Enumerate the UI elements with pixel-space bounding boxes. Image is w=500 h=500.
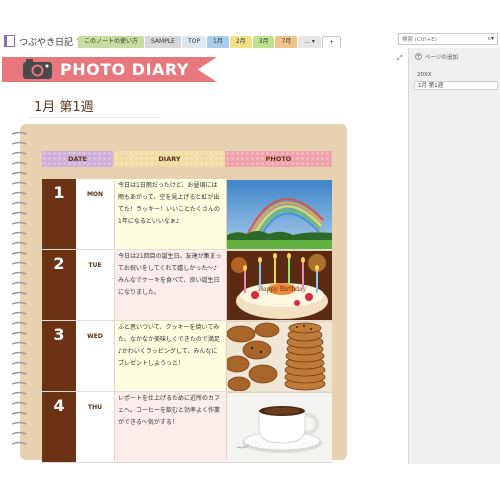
notebook-selector[interactable]: つぶやき日記 ▼ <box>4 33 82 49</box>
add-page-label: ページの追加 <box>425 54 458 61</box>
add-page-button[interactable]: + ページの追加 <box>415 51 458 62</box>
table-row: 3 WED ふと思いついて、クッキーを焼いてみた。なかなか美味しくできたので満足… <box>42 321 332 392</box>
tab-february[interactable]: 2月 <box>229 36 252 48</box>
page-list-panel: + ページの追加 20XX 1月 第1週 <box>408 48 500 464</box>
header-date: DATE <box>42 151 113 167</box>
birthday-cake-photo: Happy Birthday <box>227 251 332 320</box>
page-item-week1[interactable]: 1月 第1週 <box>414 81 498 90</box>
coffee-cup-photo <box>227 393 332 462</box>
day-of-week: THU <box>76 392 114 463</box>
spiral-rings-icon <box>11 131 27 445</box>
title-underline <box>30 117 160 118</box>
day-number: 1 <box>42 179 76 250</box>
tab-january[interactable]: 1月 <box>206 36 229 48</box>
banner-title: PHOTO DIARY <box>60 60 189 79</box>
table-row: 2 TUE 今日は21回目の誕生日。友達が集まってお祝いをしてくれて嬉しかった～… <box>42 250 332 321</box>
expand-icon[interactable]: ⤢ <box>397 54 403 63</box>
tab-more[interactable]: ... ▾ <box>298 36 321 48</box>
day-of-week: MON <box>76 179 114 250</box>
day-number: 4 <box>42 392 76 463</box>
day-of-week: TUE <box>76 250 114 321</box>
plus-icon: + <box>415 53 422 60</box>
bottom-blank-area <box>0 464 500 500</box>
tab-how-to-use[interactable]: このノートの使い方 <box>78 36 145 48</box>
day-number: 3 <box>42 321 76 392</box>
section-tabs: このノートの使い方 SAMPLE TOP 1月 2月 3月 7月 ... ▾ + <box>78 36 341 48</box>
search-placeholder: 検索 (Ctrl+E) <box>402 37 437 43</box>
diary-text: 今日は1日雨だったけど、お昼頃には雨もあがって、空を見上げると虹が出てた！ラッキ… <box>114 179 226 250</box>
diary-text: ふと思いついて、クッキーを焼いてみた。なかなか美味しくできたので満足♪かわいくラ… <box>114 321 226 392</box>
tab-july[interactable]: 7月 <box>275 36 298 48</box>
table-row: 4 THU レポートを仕上げるために近所のカフェへ。コーヒーを飲むと効率よく作業… <box>42 392 332 463</box>
page-title: 1月 第1週 <box>34 100 94 115</box>
camera-icon <box>23 59 52 79</box>
diary-text: レポートを仕上げるために近所のカフェへ。コーヒーを飲むと効率よく作業ができる～気… <box>114 392 226 463</box>
search-icon[interactable]: ⌕▾ <box>488 35 494 43</box>
svg-text:Happy Birthday: Happy Birthday <box>258 286 307 293</box>
tab-march[interactable]: 3月 <box>252 36 275 48</box>
rainbow-photo <box>227 180 332 249</box>
notebook-title: つぶやき日記 <box>19 37 74 48</box>
notebook-icon <box>4 35 15 47</box>
diary-text: 今日は21回目の誕生日。友達が集まってお祝いをしてくれて嬉しかった～♪みんなでケ… <box>114 250 226 321</box>
cookies-photo <box>227 322 332 391</box>
table-row: 1 MON 今日は1日雨だったけど、お昼頃には雨もあがって、空を見上げると虹が出… <box>42 179 332 250</box>
search-input[interactable]: 検索 (Ctrl+E) ⌕▾ <box>398 33 498 45</box>
day-number: 2 <box>42 250 76 321</box>
header-photo: PHOTO <box>225 151 332 167</box>
tab-top[interactable]: TOP <box>181 36 206 48</box>
add-section-button[interactable]: + <box>321 36 341 48</box>
tab-sample[interactable]: SAMPLE <box>145 36 181 48</box>
header-diary: DIARY <box>114 151 225 167</box>
page-item-20xx[interactable]: 20XX <box>414 71 498 80</box>
row-divider <box>42 462 332 463</box>
day-of-week: WED <box>76 321 114 392</box>
